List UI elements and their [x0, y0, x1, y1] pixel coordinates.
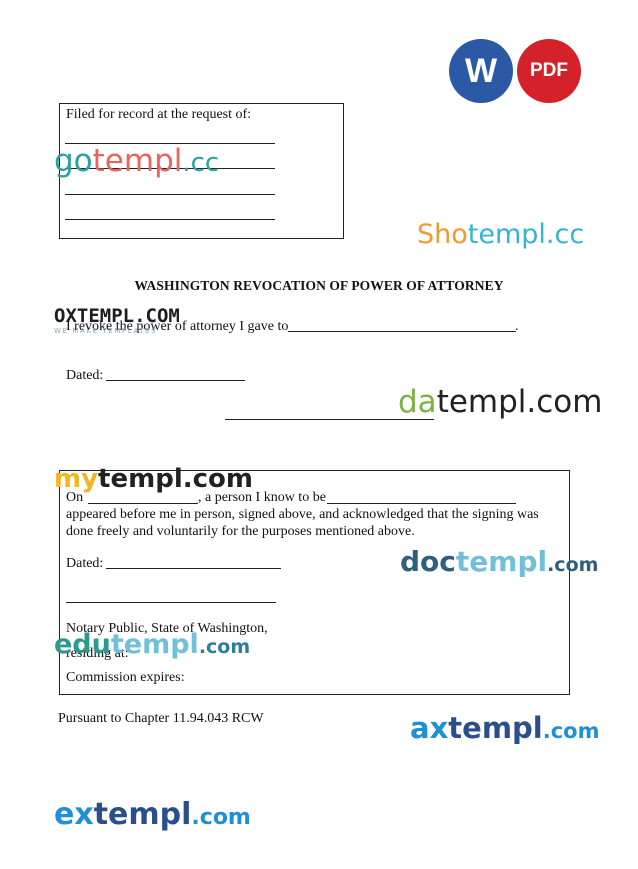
wm-gotempl-c: .cc — [182, 148, 220, 178]
wm-axtempl-c: .com — [542, 719, 600, 743]
watermark-edutempl: edutempl.com — [54, 629, 250, 663]
wm-doctempl-b: templ — [455, 545, 548, 578]
dated-label: Dated: — [66, 368, 104, 383]
word-badge-label: W — [464, 51, 498, 90]
commission-expires-text: Commission expires: — [66, 670, 185, 685]
wm-extempl-c: .com — [191, 805, 251, 830]
notary-line-3: done freely and voluntarily for the purp… — [66, 524, 415, 539]
pdf-badge-icon: PDF — [517, 39, 581, 103]
wm-edutempl-a: edu — [54, 629, 111, 660]
notary-person-line[interactable] — [327, 503, 516, 504]
wm-datempl-a: da — [398, 384, 437, 420]
watermark-mytempl: mytempl.com — [54, 464, 253, 494]
filed-line-3[interactable] — [65, 194, 275, 195]
filed-line-4[interactable] — [65, 219, 275, 220]
wm-datempl-b: templ.com — [436, 384, 603, 420]
pdf-badge-label: PDF — [530, 60, 568, 81]
wm-gotempl-a: go — [54, 143, 93, 179]
wm-oxtempl-tag: WE MAKE TEMPLATES — [54, 327, 158, 335]
pursuant-text: Pursuant to Chapter 11.94.043 RCW — [58, 711, 264, 726]
notary-signature-line[interactable] — [66, 602, 276, 603]
wm-edutempl-c: .com — [198, 636, 251, 658]
revoke-period: . — [515, 319, 519, 334]
notary-line-2: appeared before me in person, signed abo… — [66, 507, 539, 522]
attorney-name-line[interactable] — [288, 331, 516, 332]
watermark-extempl: extempl.com — [54, 797, 251, 835]
dated-line[interactable] — [106, 380, 245, 381]
wm-gotempl-b: templ — [92, 143, 183, 179]
wm-doctempl-c: .com — [547, 554, 599, 576]
wm-axtempl-b: templ — [448, 711, 543, 745]
notary-dated-line[interactable] — [106, 568, 281, 569]
wm-extempl-a: ex — [54, 797, 94, 832]
notary-date-line[interactable] — [88, 503, 198, 504]
watermark-doctempl: doctempl.com — [400, 545, 598, 582]
wm-mytempl-b: templ.com — [98, 464, 253, 494]
filed-for-record-label: Filed for record at the request of: — [66, 107, 252, 122]
wm-doctempl-a: doc — [400, 545, 456, 578]
wm-mytempl-a: my — [54, 464, 99, 494]
watermark-oxtempl: OXTEMPL.COM WE MAKE TEMPLATES — [54, 305, 180, 335]
wm-shotempl-c: .cc — [545, 219, 585, 250]
watermark-gotempl: gotempl.cc — [54, 143, 219, 181]
wm-shotempl-b: templ — [467, 219, 546, 250]
watermark-shotempl: Shotempl.cc — [417, 219, 584, 251]
wm-axtempl-a: ax — [410, 711, 449, 745]
wm-oxtempl-a: OXTEMPL.COM — [54, 305, 180, 327]
wm-extempl-b: templ — [93, 797, 192, 832]
watermark-axtempl: axtempl.com — [410, 711, 599, 748]
notary-dated-label: Dated: — [66, 556, 104, 571]
wm-edutempl-b: templ — [110, 629, 199, 660]
watermark-datempl: datempl.com — [398, 384, 602, 420]
word-badge-icon: W — [449, 39, 513, 103]
wm-shotempl-a: Sho — [417, 219, 468, 250]
document-title: WASHINGTON REVOCATION OF POWER OF ATTORN… — [134, 278, 504, 293]
